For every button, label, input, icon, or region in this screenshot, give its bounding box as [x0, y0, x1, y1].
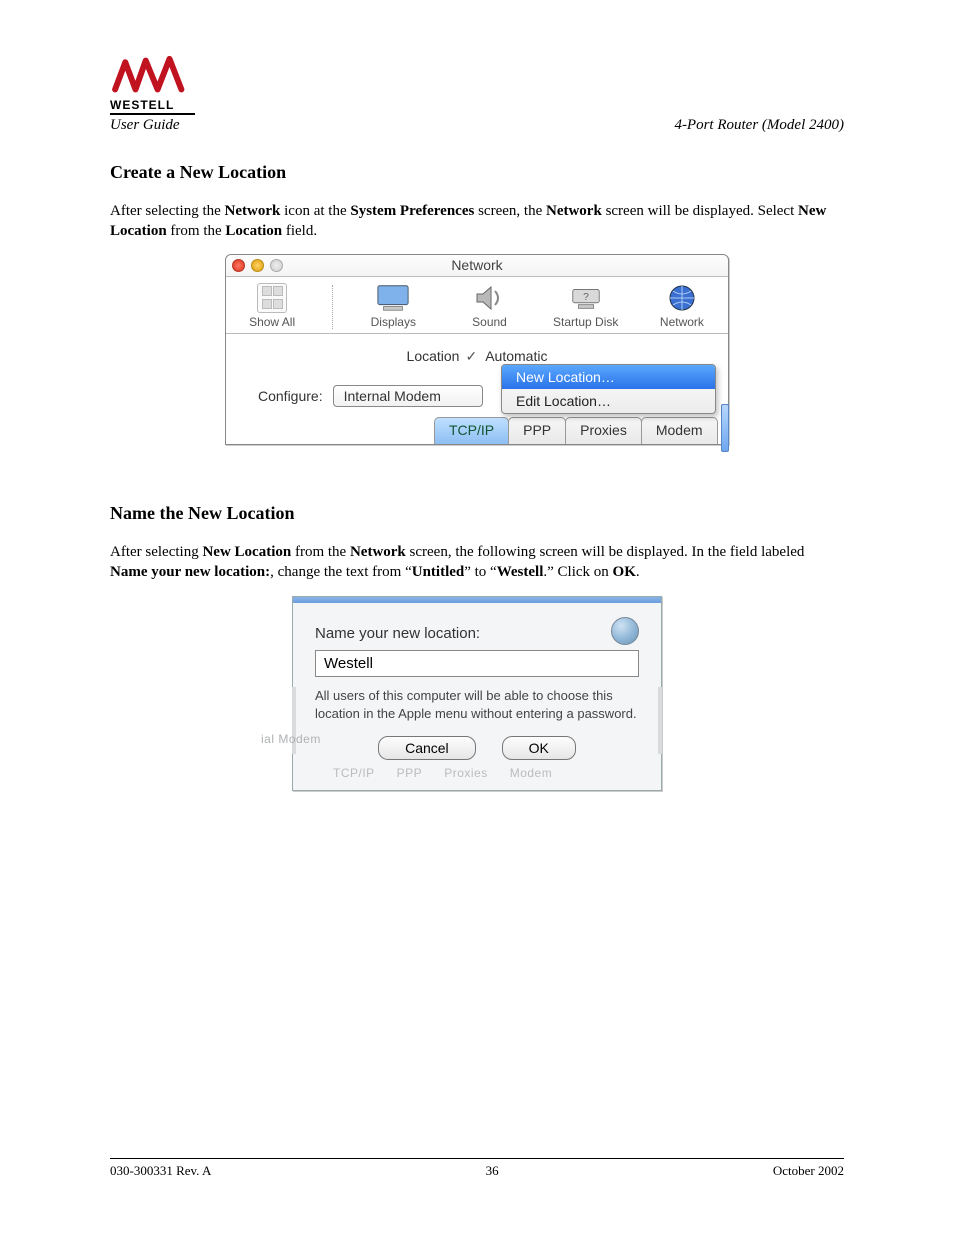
brand-logo: WESTELL	[110, 55, 844, 115]
tab-ppp[interactable]: PPP	[508, 417, 566, 444]
footer-center: 36	[486, 1163, 499, 1179]
location-row[interactable]: Location ✓ Automatic	[236, 348, 718, 365]
display-icon	[376, 283, 410, 313]
prefs-toolbar: Show All Displays Sound ? Startup Disk	[226, 277, 728, 334]
footer-right: October 2002	[773, 1163, 844, 1179]
name-location-dialog: Name your new location: All users of thi…	[292, 596, 662, 791]
pref-network[interactable]: Network	[646, 283, 718, 329]
ghost-tab-proxies: Proxies	[444, 766, 488, 780]
pref-startup-disk[interactable]: ? Startup Disk	[550, 283, 622, 329]
westell-w-icon	[110, 55, 195, 95]
network-tabs: TCP/IP PPP Proxies Modem	[434, 417, 718, 444]
section2-title: Name the New Location	[110, 503, 844, 524]
configure-select[interactable]: Internal Modem	[333, 385, 483, 407]
ghost-tabs: TCP/IP PPP Proxies Modem	[333, 766, 639, 780]
ghost-tab-tcpip: TCP/IP	[333, 766, 375, 780]
network-preferences-window: Network Show All Displays Sound	[225, 254, 729, 445]
svg-text:?: ?	[583, 291, 589, 302]
dialog-top-accent	[293, 597, 661, 603]
section1-paragraph: After selecting the Network icon at the …	[110, 201, 844, 242]
location-menu-edit[interactable]: Edit Location…	[502, 389, 715, 413]
brand-underline	[110, 113, 195, 115]
pref-network-label: Network	[660, 315, 704, 329]
brand-name: WESTELL	[110, 98, 844, 112]
pref-displays-label: Displays	[371, 315, 416, 329]
tab-proxies[interactable]: Proxies	[565, 417, 642, 444]
tab-tcpip[interactable]: TCP/IP	[434, 417, 509, 444]
header-right: 4-Port Router (Model 2400)	[674, 117, 844, 134]
pref-show-all-label: Show All	[249, 315, 295, 329]
ghost-right	[658, 687, 662, 754]
section2-paragraph: After selecting New Location from the Ne…	[110, 542, 844, 583]
window-title: Network	[226, 257, 728, 273]
startup-disk-icon: ?	[569, 283, 603, 313]
show-all-icon	[257, 283, 287, 313]
checkmark-icon: ✓	[465, 348, 477, 365]
location-menu-new[interactable]: New Location…	[502, 365, 715, 389]
footer-left: 030-300331 Rev. A	[110, 1163, 211, 1179]
pref-sound[interactable]: Sound	[453, 283, 525, 329]
name-location-prompt: Name your new location:	[315, 625, 639, 642]
location-label: Location	[407, 348, 460, 364]
scrollbar-handle[interactable]	[721, 404, 729, 452]
footer-separator	[110, 1158, 844, 1159]
location-value: Automatic	[485, 348, 547, 364]
location-name-input[interactable]	[315, 650, 639, 677]
ghost-tab-ppp: PPP	[397, 766, 423, 780]
ghost-config-label: ial Modem	[261, 732, 321, 746]
network-icon	[665, 283, 699, 313]
pref-show-all[interactable]: Show All	[236, 283, 308, 329]
location-dropdown[interactable]: New Location… Edit Location…	[501, 364, 716, 414]
ok-button[interactable]: OK	[502, 736, 576, 760]
pref-sound-label: Sound	[472, 315, 507, 329]
configure-label: Configure:	[258, 388, 323, 404]
pref-startup-disk-label: Startup Disk	[553, 315, 618, 329]
section1-title: Create a New Location	[110, 162, 844, 183]
tab-modem[interactable]: Modem	[641, 417, 718, 444]
window-titlebar[interactable]: Network	[226, 255, 728, 277]
network-globe-icon	[611, 617, 639, 645]
sound-icon	[473, 283, 507, 313]
cancel-button[interactable]: Cancel	[378, 736, 476, 760]
name-location-note: All users of this computer will be able …	[315, 687, 639, 722]
header-left: User Guide	[110, 117, 180, 134]
ghost-tab-modem: Modem	[510, 766, 553, 780]
pref-displays[interactable]: Displays	[357, 283, 429, 329]
toolbar-separator	[332, 285, 333, 329]
